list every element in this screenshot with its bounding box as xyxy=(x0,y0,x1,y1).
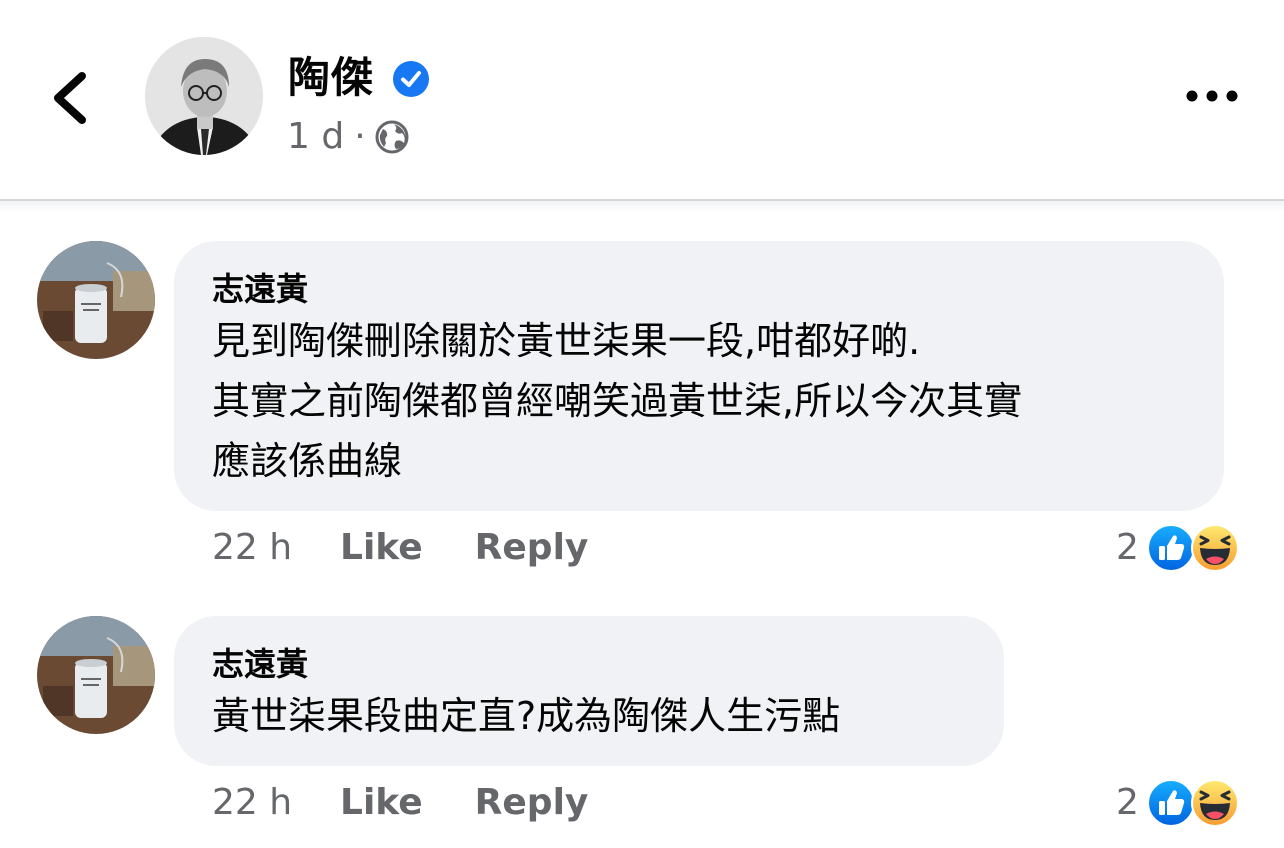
comment-author-name[interactable]: 志遠黃 xyxy=(212,642,966,686)
globe-icon xyxy=(375,120,409,154)
comment-time[interactable]: 22 h xyxy=(212,778,340,828)
like-icon xyxy=(1146,524,1195,572)
author-photo xyxy=(145,37,263,155)
commenter-avatar[interactable] xyxy=(37,616,155,734)
comment-actions: 22 h Like Reply xyxy=(212,523,640,573)
commenter-photo xyxy=(37,241,155,359)
more-options-button[interactable] xyxy=(1184,80,1240,112)
comment-bubble: 志遠黃 見到陶傑刪除關於黃世柒果一段,咁都好啲. 其實之前陶傑都曾經嘲笑過黃世柒… xyxy=(174,241,1224,511)
reaction-count: 2 xyxy=(1116,782,1139,823)
header-shadow xyxy=(0,201,1284,213)
commenter-photo xyxy=(37,616,155,734)
reply-button[interactable]: Reply xyxy=(475,523,589,573)
meta-separator: · xyxy=(354,116,366,157)
comment-text: 見到陶傑刪除關於黃世柒果一段,咁都好啲. 其實之前陶傑都曾經嘲笑過黃世柒,所以今… xyxy=(212,319,1023,483)
post-author-name[interactable]: 陶傑 xyxy=(288,50,374,106)
reply-button[interactable]: Reply xyxy=(475,778,589,828)
back-button[interactable] xyxy=(44,60,100,136)
comment-text: 黃世柒果段曲定直?成為陶傑人生污點 xyxy=(212,694,841,738)
like-icon xyxy=(1146,779,1195,827)
comment-time[interactable]: 22 h xyxy=(212,523,340,573)
post-age[interactable]: 1 d xyxy=(287,112,344,162)
verified-badge-icon xyxy=(393,61,429,97)
commenter-avatar[interactable] xyxy=(37,241,155,359)
like-button[interactable]: Like xyxy=(340,523,423,573)
chevron-left-icon xyxy=(54,72,86,124)
post-meta: 1 d · xyxy=(287,112,410,162)
post-header: 陶傑 1 d · xyxy=(0,0,1284,200)
comment-actions: 22 h Like Reply xyxy=(212,778,640,828)
comment-reactions[interactable]: 2 xyxy=(1116,778,1239,828)
comment-reactions[interactable]: 2 xyxy=(1116,523,1239,573)
like-button[interactable]: Like xyxy=(340,778,423,828)
reaction-count: 2 xyxy=(1116,527,1139,568)
haha-icon xyxy=(1190,524,1239,572)
comment-author-name[interactable]: 志遠黃 xyxy=(212,267,1186,311)
post-comments-screen: 陶傑 1 d · 志遠黃 見到陶傑刪除關於黃世柒果一段,咁都好啲. 其實之前陶傑… xyxy=(0,0,1284,848)
comment-bubble: 志遠黃 黃世柒果段曲定直?成為陶傑人生污點 xyxy=(174,616,1004,766)
haha-icon xyxy=(1190,779,1239,827)
author-avatar[interactable] xyxy=(145,37,263,155)
more-dots-icon xyxy=(1186,90,1238,102)
